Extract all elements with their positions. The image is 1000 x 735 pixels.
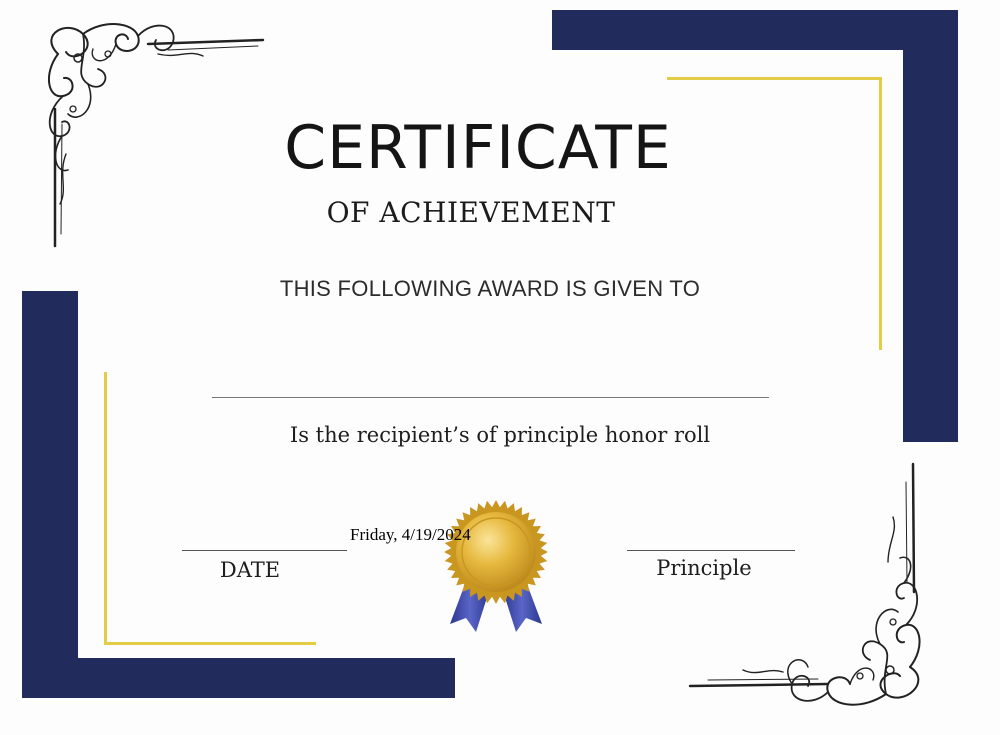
- date-value: Friday, 4/19/2024: [350, 525, 471, 544]
- navy-frame-top-right-horizontal: [552, 10, 958, 50]
- gold-line-top-horizontal: [667, 77, 881, 80]
- navy-frame-bottom-left-horizontal: [22, 658, 455, 698]
- certificate-subtitle: OF ACHIEVEMENT: [326, 196, 616, 229]
- award-seal-icon: [444, 500, 548, 632]
- date-signature-line: [182, 550, 347, 551]
- recipient-description: Is the recipient’s of principle honor ro…: [289, 423, 711, 447]
- certificate-page: CERTIFICATE OF ACHIEVEMENT THIS FOLLOWIN…: [0, 0, 1000, 735]
- ornate-flourish-icon: [688, 462, 921, 706]
- date-label: DATE: [219, 558, 281, 582]
- navy-frame-bottom-left-vertical: [22, 291, 78, 698]
- gold-line-bottom-horizontal: [104, 642, 316, 645]
- award-given-text: THIS FOLLOWING AWARD IS GIVEN TO: [279, 276, 701, 301]
- ornate-flourish-icon: [47, 23, 265, 248]
- certificate-title: CERTIFICATE: [284, 113, 672, 183]
- recipient-name-line: [212, 397, 769, 398]
- principal-signature-line: [627, 550, 795, 551]
- gold-line-top-vertical: [879, 77, 882, 350]
- principal-label: Principle: [656, 556, 752, 580]
- navy-frame-top-right-vertical: [903, 10, 958, 442]
- gold-line-bottom-vertical: [104, 372, 107, 644]
